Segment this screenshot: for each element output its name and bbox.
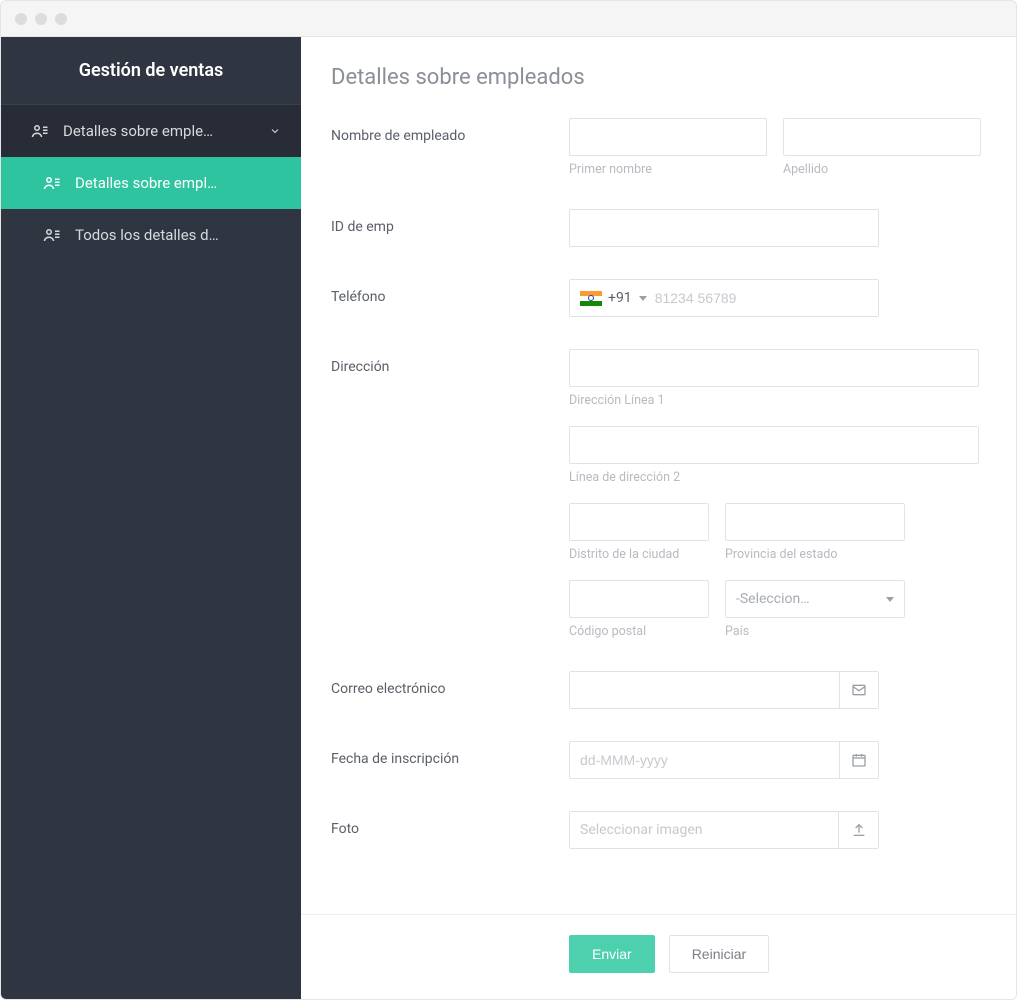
country-select[interactable]: -Seleccion… [725, 580, 905, 618]
phone-input[interactable] [655, 280, 878, 316]
postal-input[interactable] [569, 580, 709, 618]
label-employee-name: Nombre de empleado [331, 118, 569, 144]
upload-button[interactable] [839, 811, 879, 849]
people-icon [43, 226, 61, 244]
flag-india-icon [580, 291, 602, 306]
people-icon [43, 174, 61, 192]
emp-id-input[interactable] [569, 209, 879, 247]
label-date: Fecha de inscripción [331, 741, 569, 767]
sublabel-postal: Código postal [569, 624, 709, 639]
phone-field[interactable]: +91 [569, 279, 879, 317]
caret-down-icon[interactable] [639, 296, 647, 301]
sublabel-city: Distrito de la ciudad [569, 547, 709, 562]
date-input[interactable] [569, 741, 839, 779]
country-select-value: -Seleccion… [736, 591, 810, 607]
state-input[interactable] [725, 503, 905, 541]
last-name-input[interactable] [783, 118, 981, 156]
app-title: Gestión de ventas [1, 37, 301, 105]
sidebar: Gestión de ventas Detalles sobre emple… … [1, 37, 301, 999]
label-phone: Teléfono [331, 279, 569, 305]
sublabel-country: País [725, 624, 905, 639]
traffic-light-minimize[interactable] [35, 13, 47, 25]
page-title: Detalles sobre empleados [301, 37, 1016, 108]
label-address: Dirección [331, 349, 569, 375]
sidebar-item-label: Todos los detalles d… [75, 226, 281, 244]
sidebar-item-label: Detalles sobre emple… [63, 122, 255, 140]
caret-down-icon [886, 597, 894, 602]
photo-picker[interactable]: Seleccionar imagen [569, 811, 839, 849]
calendar-icon [851, 752, 867, 768]
sublabel-address-line1: Dirección Línea 1 [569, 393, 986, 408]
label-photo: Foto [331, 811, 569, 837]
sublabel-address-line2: Línea de dirección 2 [569, 470, 986, 485]
envelope-icon [851, 682, 867, 698]
traffic-light-zoom[interactable] [55, 13, 67, 25]
sublabel-state: Provincia del estado [725, 547, 905, 562]
city-input[interactable] [569, 503, 709, 541]
date-picker-button[interactable] [839, 741, 879, 779]
sidebar-item-employee-details[interactable]: Detalles sobre empl… [1, 157, 301, 209]
sidebar-item-employee-details-parent[interactable]: Detalles sobre emple… [1, 105, 301, 157]
address-line1-input[interactable] [569, 349, 979, 387]
sidebar-item-all-details[interactable]: Todos los detalles d… [1, 209, 301, 261]
email-input[interactable] [569, 671, 839, 709]
email-icon-box [839, 671, 879, 709]
phone-country-code: +91 [608, 290, 632, 306]
sidebar-item-label: Detalles sobre empl… [75, 174, 281, 192]
chevron-down-icon [269, 125, 281, 137]
people-icon [31, 122, 49, 140]
address-line2-input[interactable] [569, 426, 979, 464]
first-name-input[interactable] [569, 118, 767, 156]
submit-button[interactable]: Enviar [569, 935, 655, 973]
main-content: Detalles sobre empleados Nombre de emple… [301, 37, 1016, 999]
upload-icon [851, 822, 867, 838]
photo-placeholder: Seleccionar imagen [580, 822, 703, 838]
label-emp-id: ID de emp [331, 209, 569, 235]
window-titlebar [1, 1, 1016, 37]
sublabel-last-name: Apellido [783, 162, 981, 177]
label-email: Correo electrónico [331, 671, 569, 697]
traffic-light-close[interactable] [15, 13, 27, 25]
reset-button[interactable]: Reiniciar [669, 935, 769, 973]
form-footer: Enviar Reiniciar [301, 914, 1016, 999]
sublabel-first-name: Primer nombre [569, 162, 767, 177]
